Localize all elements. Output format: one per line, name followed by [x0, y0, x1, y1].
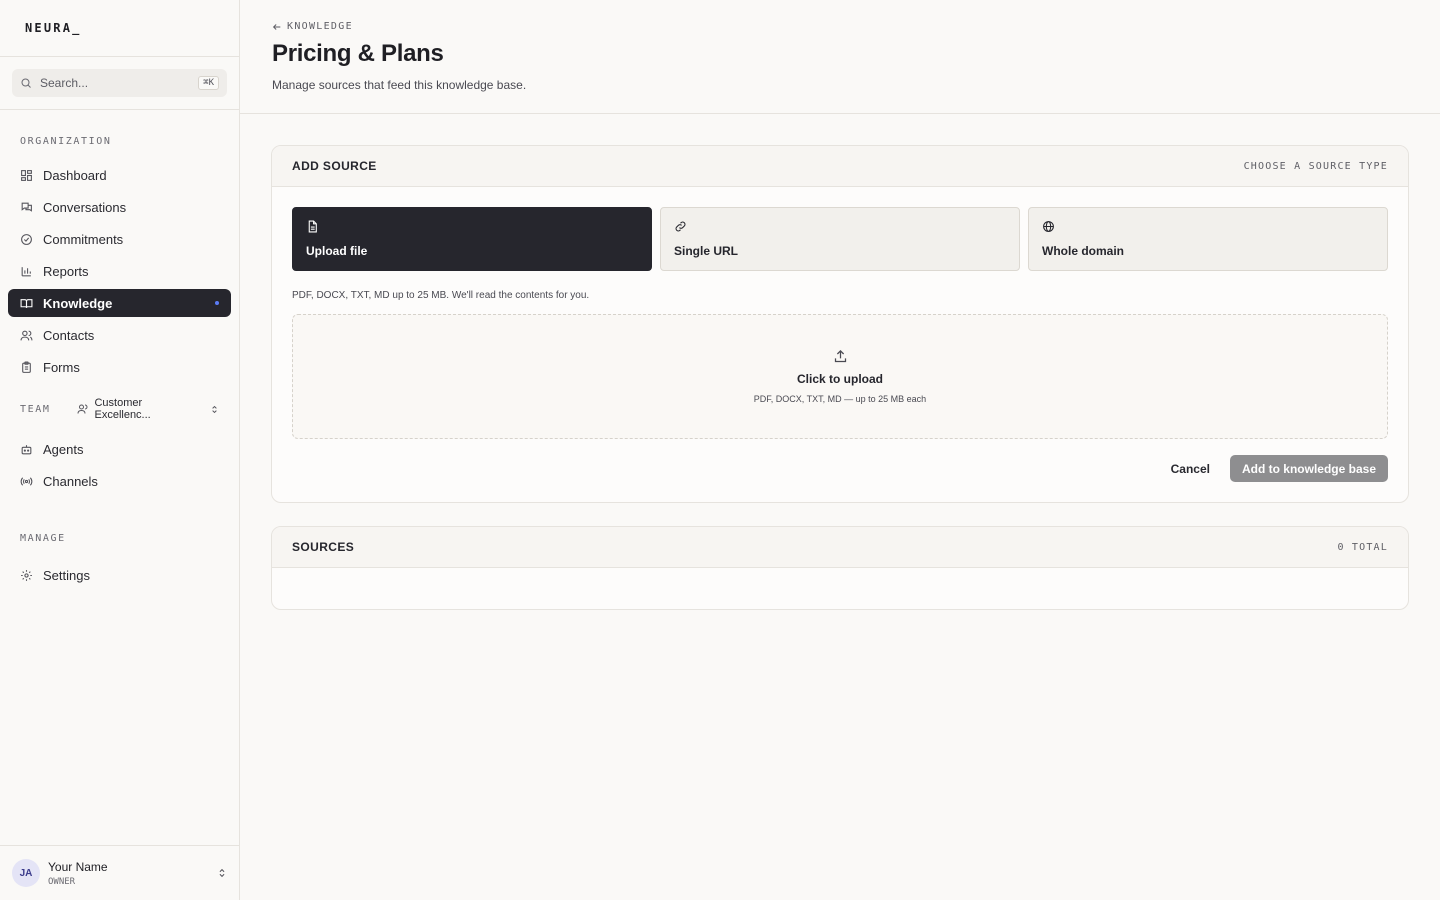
team-icon — [77, 403, 89, 415]
sidebar-item-agents[interactable]: Agents — [8, 435, 231, 463]
user-info: Your Name OWNER — [48, 860, 209, 887]
upload-dropzone[interactable]: Click to upload PDF, DOCX, TXT, MD — up … — [292, 314, 1388, 439]
sidebar-item-knowledge[interactable]: Knowledge — [8, 289, 231, 317]
sidebar-item-conversations[interactable]: Conversations — [8, 193, 231, 221]
search-placeholder: Search... — [40, 76, 89, 90]
section-label-team: TEAM — [20, 403, 51, 415]
sidebar-item-label: Commitments — [43, 231, 124, 247]
section-label-organization: ORGANIZATION — [20, 136, 112, 147]
sidebar: NEURA_ Search... ⌘K ORGANIZATION Dashboa… — [0, 0, 240, 900]
gear-icon — [20, 569, 33, 582]
team-row: TEAM Customer Excellenc... — [0, 397, 239, 421]
sources-header: SOURCES 0 TOTAL — [272, 527, 1408, 568]
sidebar-item-channels[interactable]: Channels — [8, 467, 231, 495]
source-type-options: Upload file Single URL Whole domain — [272, 187, 1408, 271]
book-icon — [20, 297, 33, 310]
sidebar-item-label: Contacts — [43, 327, 95, 343]
source-type-single-url[interactable]: Single URL — [660, 207, 1020, 271]
team-nav: Agents Channels — [0, 435, 239, 499]
broadcast-icon — [20, 475, 33, 488]
source-type-whole-domain[interactable]: Whole domain — [1028, 207, 1388, 271]
bot-icon — [20, 443, 33, 456]
bar-chart-icon — [20, 265, 33, 278]
cancel-button[interactable]: Cancel — [1171, 462, 1210, 476]
search-shortcut: ⌘K — [198, 76, 219, 90]
user-role: OWNER — [48, 876, 76, 887]
team-selector[interactable]: Customer Excellenc... — [77, 397, 219, 421]
page-title: Pricing & Plans — [272, 40, 444, 67]
manage-nav: Settings — [0, 561, 239, 593]
main-content: KNOWLEDGE Pricing & Plans Manage sources… — [240, 0, 1440, 900]
avatar: JA — [12, 859, 40, 887]
sidebar-item-label: Reports — [43, 263, 89, 279]
chevron-updown-icon — [217, 868, 227, 878]
back-link[interactable]: KNOWLEDGE — [272, 21, 1408, 32]
search-container: Search... ⌘K — [0, 57, 239, 110]
add-to-knowledge-base-button[interactable]: Add to knowledge base — [1229, 455, 1388, 482]
sidebar-item-label: Conversations — [43, 199, 127, 215]
upload-hint: PDF, DOCX, TXT, MD up to 25 MB. We'll re… — [292, 290, 590, 301]
page-header: KNOWLEDGE Pricing & Plans Manage sources… — [240, 0, 1440, 114]
contacts-icon — [20, 329, 33, 342]
globe-icon — [1042, 220, 1374, 233]
sources-card: SOURCES 0 TOTAL — [271, 526, 1409, 610]
add-source-meta: CHOOSE A SOURCE TYPE — [1243, 160, 1388, 172]
active-indicator-dot — [215, 301, 219, 305]
org-nav: Dashboard Conversations Commitments Repo… — [0, 161, 239, 385]
sidebar-item-label: Agents — [43, 441, 84, 457]
page-subtitle: Manage sources that feed this knowledge … — [272, 78, 527, 92]
sidebar-item-reports[interactable]: Reports — [8, 257, 231, 285]
sources-count: 0 TOTAL — [1337, 541, 1388, 553]
sidebar-item-label: Dashboard — [43, 167, 107, 183]
dashboard-icon — [20, 169, 33, 182]
search-input[interactable]: Search... ⌘K — [12, 69, 227, 97]
back-link-label: KNOWLEDGE — [287, 21, 353, 32]
sidebar-item-label: Channels — [43, 473, 98, 489]
sidebar-item-label: Forms — [43, 359, 80, 375]
team-name: Customer Excellenc... — [94, 397, 151, 421]
brand-logo: NEURA_ — [0, 0, 239, 57]
sources-list — [272, 568, 1408, 609]
dropzone-subtitle: PDF, DOCX, TXT, MD — up to 25 MB each — [753, 394, 927, 404]
search-icon — [20, 77, 32, 89]
sources-title: SOURCES — [292, 540, 355, 554]
conversations-icon — [20, 201, 33, 214]
source-type-label: Single URL — [674, 244, 739, 258]
add-source-card: ADD SOURCE CHOOSE A SOURCE TYPE Upload f… — [271, 145, 1409, 503]
add-source-header: ADD SOURCE CHOOSE A SOURCE TYPE — [272, 146, 1408, 187]
sidebar-item-commitments[interactable]: Commitments — [8, 225, 231, 253]
sidebar-item-settings[interactable]: Settings — [8, 561, 231, 589]
dropzone-title: Click to upload — [796, 372, 883, 386]
arrow-left-icon — [272, 22, 282, 32]
sidebar-item-label: Knowledge — [43, 295, 113, 311]
user-name: Your Name — [48, 859, 108, 874]
check-circle-icon — [20, 233, 33, 246]
link-icon — [674, 220, 1006, 233]
add-source-title: ADD SOURCE — [292, 159, 377, 173]
sidebar-item-dashboard[interactable]: Dashboard — [8, 161, 231, 189]
chevron-updown-icon — [210, 405, 219, 414]
add-source-actions: Cancel Add to knowledge base — [272, 439, 1408, 502]
source-type-label: Whole domain — [1042, 244, 1124, 258]
source-type-upload-file[interactable]: Upload file — [292, 207, 652, 271]
user-menu[interactable]: JA Your Name OWNER — [0, 845, 239, 900]
sidebar-item-forms[interactable]: Forms — [8, 353, 231, 381]
sidebar-item-label: Settings — [43, 567, 90, 583]
file-icon — [306, 220, 638, 233]
sidebar-item-contacts[interactable]: Contacts — [8, 321, 231, 349]
upload-icon — [833, 349, 848, 364]
clipboard-icon — [20, 361, 33, 374]
source-type-label: Upload file — [306, 244, 368, 258]
section-label-manage: MANAGE — [20, 533, 66, 544]
